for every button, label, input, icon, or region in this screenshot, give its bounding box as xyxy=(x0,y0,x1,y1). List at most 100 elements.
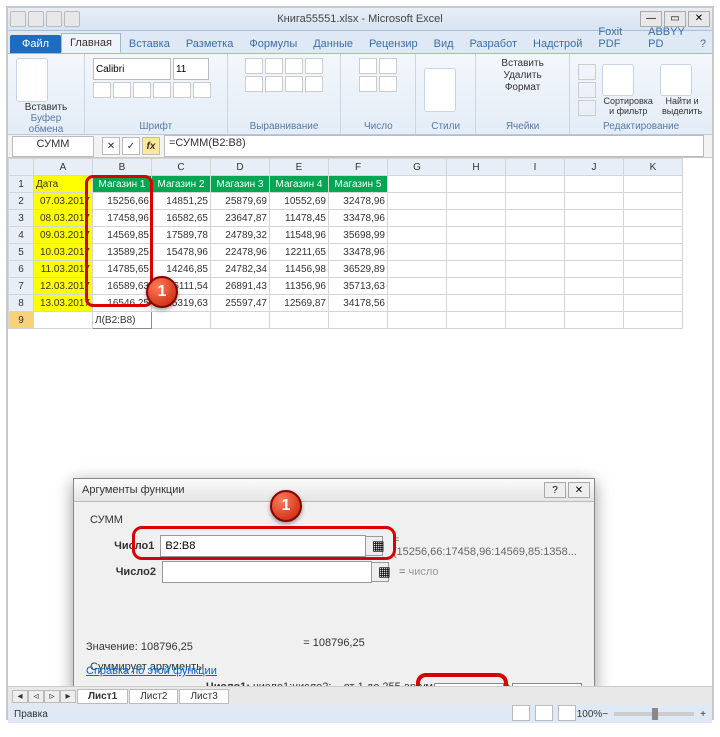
cell[interactable]: 15256,66 xyxy=(93,193,152,210)
cell[interactable] xyxy=(624,278,683,295)
cell[interactable]: 25879,69 xyxy=(211,193,270,210)
cell[interactable]: Магазин 2 xyxy=(152,176,211,193)
col-header[interactable]: G xyxy=(388,159,447,176)
cell[interactable] xyxy=(565,244,624,261)
active-cell[interactable]: Л(B2:B8) xyxy=(93,312,152,329)
tab-abbyy[interactable]: ABBYY PD xyxy=(640,23,694,53)
cancel-formula-icon[interactable]: ✕ xyxy=(102,137,120,155)
cell[interactable]: 24789,32 xyxy=(211,227,270,244)
align-top-icon[interactable] xyxy=(245,58,263,74)
delete-cells-button[interactable]: Удалить xyxy=(504,70,542,81)
cell[interactable] xyxy=(506,261,565,278)
tab-nav-first-icon[interactable]: ◂ xyxy=(12,690,28,703)
cell[interactable] xyxy=(506,176,565,193)
row-header[interactable]: 2 xyxy=(9,193,34,210)
zoom-thumb[interactable] xyxy=(652,708,658,720)
tab-formulas[interactable]: Формулы xyxy=(241,35,305,53)
cell[interactable]: 11548,96 xyxy=(270,227,329,244)
cell[interactable]: 17589,78 xyxy=(152,227,211,244)
cell[interactable]: 33478,96 xyxy=(329,210,388,227)
cell[interactable] xyxy=(624,227,683,244)
cell[interactable] xyxy=(388,227,447,244)
align-center-icon[interactable] xyxy=(265,76,283,92)
row-header[interactable]: 4 xyxy=(9,227,34,244)
formula-input[interactable]: =СУММ(B2:B8) xyxy=(164,135,704,157)
view-page-break-icon[interactable] xyxy=(558,705,576,721)
sheet-area[interactable]: A B C D E F G H I J K 1 Дата Магазин 1 М… xyxy=(8,158,712,686)
cell[interactable] xyxy=(565,193,624,210)
cell[interactable] xyxy=(388,176,447,193)
cell[interactable]: 34178,56 xyxy=(329,295,388,312)
autosum-icon[interactable] xyxy=(578,64,596,80)
col-header[interactable]: H xyxy=(447,159,506,176)
cell[interactable]: 12569,87 xyxy=(270,295,329,312)
cell[interactable]: 13.03.2017 xyxy=(34,295,93,312)
decimal-dec-icon[interactable] xyxy=(379,76,397,92)
styles-button[interactable] xyxy=(424,68,456,112)
cell[interactable] xyxy=(447,312,506,329)
cell[interactable]: 16546,25 xyxy=(93,295,152,312)
cell[interactable] xyxy=(447,176,506,193)
arg1-input[interactable] xyxy=(160,535,365,557)
cell[interactable]: Дата xyxy=(34,176,93,193)
cell[interactable] xyxy=(447,261,506,278)
cell[interactable]: 11478,45 xyxy=(270,210,329,227)
cell[interactable]: 10.03.2017 xyxy=(34,244,93,261)
cell[interactable] xyxy=(506,312,565,329)
sheet-tab-2[interactable]: Лист2 xyxy=(129,689,178,704)
cell[interactable] xyxy=(565,261,624,278)
cell[interactable]: 33478,96 xyxy=(329,244,388,261)
cell[interactable] xyxy=(506,227,565,244)
underline-icon[interactable] xyxy=(133,82,151,98)
tab-view[interactable]: Вид xyxy=(426,35,462,53)
fill-color-icon[interactable] xyxy=(173,82,191,98)
col-header[interactable]: A xyxy=(34,159,93,176)
col-header[interactable]: E xyxy=(270,159,329,176)
cell[interactable] xyxy=(447,278,506,295)
zoom-slider[interactable] xyxy=(614,712,694,716)
zoom-level[interactable]: 100% xyxy=(577,709,603,720)
row-header[interactable]: 5 xyxy=(9,244,34,261)
col-header[interactable]: D xyxy=(211,159,270,176)
cell[interactable]: 26891,43 xyxy=(211,278,270,295)
cell[interactable] xyxy=(624,210,683,227)
help-icon[interactable]: ? xyxy=(694,35,712,53)
tab-data[interactable]: Данные xyxy=(305,35,361,53)
file-tab[interactable]: Файл xyxy=(10,35,61,53)
bold-icon[interactable] xyxy=(93,82,111,98)
cell[interactable] xyxy=(388,261,447,278)
cell[interactable] xyxy=(565,227,624,244)
tab-developer[interactable]: Разработ xyxy=(462,35,525,53)
cell[interactable]: Магазин 5 xyxy=(329,176,388,193)
cell[interactable]: Магазин 4 xyxy=(270,176,329,193)
fill-icon[interactable] xyxy=(578,82,596,98)
cell[interactable] xyxy=(506,210,565,227)
cell[interactable]: Магазин 1 xyxy=(93,176,152,193)
col-header[interactable]: J xyxy=(565,159,624,176)
align-left-icon[interactable] xyxy=(245,76,263,92)
cell[interactable]: 09.03.2017 xyxy=(34,227,93,244)
view-page-layout-icon[interactable] xyxy=(535,705,553,721)
cell[interactable] xyxy=(388,193,447,210)
cancel-button[interactable]: Отмена xyxy=(512,683,582,686)
tab-home[interactable]: Главная xyxy=(61,33,121,53)
function-help-link[interactable]: Справка по этой функции xyxy=(86,665,217,677)
tab-addins[interactable]: Надстрой xyxy=(525,35,590,53)
dialog-title-bar[interactable]: Аргументы функции ? ✕ xyxy=(74,479,594,502)
cell[interactable] xyxy=(211,312,270,329)
cell[interactable] xyxy=(506,278,565,295)
cell[interactable]: 23647,87 xyxy=(211,210,270,227)
cell[interactable]: 12211,65 xyxy=(270,244,329,261)
font-name-select[interactable] xyxy=(93,58,171,80)
select-all-corner[interactable] xyxy=(9,159,34,176)
col-header[interactable]: B xyxy=(93,159,152,176)
italic-icon[interactable] xyxy=(113,82,131,98)
align-right-icon[interactable] xyxy=(285,76,303,92)
cell[interactable] xyxy=(388,295,447,312)
accept-formula-icon[interactable]: ✓ xyxy=(122,137,140,155)
cell[interactable]: 14785,65 xyxy=(93,261,152,278)
tab-nav-prev-icon[interactable]: ◃ xyxy=(28,690,44,703)
grid[interactable]: A B C D E F G H I J K 1 Дата Магазин 1 М… xyxy=(8,158,683,329)
merge-icon[interactable] xyxy=(305,76,323,92)
cell[interactable]: 15478,96 xyxy=(152,244,211,261)
